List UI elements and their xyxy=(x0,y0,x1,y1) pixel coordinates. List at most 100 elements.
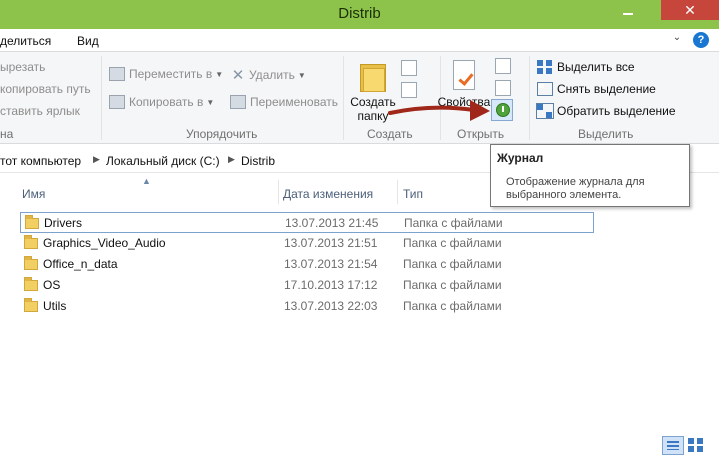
new-folder-label-1: Создать xyxy=(350,95,396,109)
group-divider xyxy=(101,56,102,140)
folder-icon xyxy=(24,235,38,249)
file-date: 13.07.2013 22:03 xyxy=(284,299,378,313)
paste-shortcut-label: ставить ярлык xyxy=(0,104,80,118)
file-row[interactable]: Graphics_Video_Audio 13.07.2013 21:51 Па… xyxy=(20,233,594,254)
ribbon-tabs: делиться Вид ⌄ ? xyxy=(0,29,719,52)
column-header-type[interactable]: Тип xyxy=(403,187,423,201)
rename-icon xyxy=(230,95,246,109)
file-date: 13.07.2013 21:45 xyxy=(285,216,379,230)
file-date: 17.10.2013 17:12 xyxy=(284,278,378,292)
file-row[interactable]: Drivers 13.07.2013 21:45 Папка с файлами xyxy=(20,212,594,233)
file-date: 13.07.2013 21:54 xyxy=(284,257,378,271)
tooltip-title: Журнал xyxy=(497,151,544,165)
tooltip-text: Отображение журнала для выбранного элеме… xyxy=(506,176,645,201)
breadcrumb-distrib[interactable]: Distrib xyxy=(241,154,275,168)
file-date: 13.07.2013 21:51 xyxy=(284,236,378,250)
help-icon[interactable]: ? xyxy=(693,32,709,48)
tab-view[interactable]: Вид xyxy=(77,34,99,48)
chevron-down-icon: ▼ xyxy=(206,97,215,107)
chevron-down-icon: ▼ xyxy=(215,69,224,79)
group-divider xyxy=(343,56,344,140)
move-to-icon xyxy=(109,67,125,81)
file-type: Папка с файлами xyxy=(403,278,502,292)
select-group-label: Выделить xyxy=(578,127,634,141)
column-header-name[interactable]: Имя xyxy=(22,187,45,201)
file-type: Папка с файлами xyxy=(403,299,502,313)
file-name: Graphics_Video_Audio xyxy=(43,236,166,250)
invert-selection-button[interactable]: Обратить выделение xyxy=(536,103,676,119)
new-folder-label-2: папку xyxy=(357,109,389,123)
column-divider[interactable] xyxy=(397,180,398,204)
move-to-label: Переместить в xyxy=(129,67,213,81)
large-icons-view-icon[interactable] xyxy=(688,438,704,453)
properties-icon[interactable] xyxy=(453,60,475,90)
column-header-date[interactable]: Дата изменения xyxy=(283,187,373,201)
group-divider xyxy=(529,56,530,140)
select-none-button[interactable]: Снять выделение xyxy=(537,82,656,96)
file-type: Папка с файлами xyxy=(404,216,503,230)
chevron-right-icon[interactable]: ▶ xyxy=(228,154,235,165)
chevron-right-icon[interactable]: ▶ xyxy=(93,154,100,165)
file-type: Папка с файлами xyxy=(403,236,502,250)
file-row[interactable]: Office_n_data 13.07.2013 21:54 Папка с ф… xyxy=(20,254,594,275)
chevron-down-icon: ▼ xyxy=(297,70,306,80)
file-name: Drivers xyxy=(44,216,82,230)
tab-share[interactable]: делиться xyxy=(0,34,51,48)
delete-icon: ✕ xyxy=(231,67,245,84)
copy-path-label: копировать путь xyxy=(0,82,91,96)
history-button[interactable] xyxy=(491,99,513,121)
sort-ascending-icon: ▲ xyxy=(142,176,151,186)
folder-icon[interactable] xyxy=(360,62,386,92)
breadcrumb-this-pc[interactable]: тот компьютер xyxy=(0,154,81,168)
cut-button[interactable]: ырезать xyxy=(0,60,45,74)
file-type: Папка с файлами xyxy=(403,257,502,271)
rename-label: Переименовать xyxy=(250,95,338,109)
copy-to-button[interactable]: Копировать в ▼ xyxy=(109,95,214,109)
new-folder-button[interactable]: Создать папку xyxy=(349,95,397,123)
file-row[interactable]: Utils 13.07.2013 22:03 Папка с файлами xyxy=(20,296,594,317)
file-name: OS xyxy=(43,278,61,292)
properties-button[interactable]: Свойства xyxy=(437,95,491,109)
file-name: Utils xyxy=(43,299,67,313)
invert-selection-icon xyxy=(536,103,554,119)
organize-group-label: Упорядочить xyxy=(186,127,258,141)
rename-button[interactable]: Переименовать xyxy=(230,95,338,109)
delete-label: Удалить xyxy=(249,68,295,82)
select-none-icon xyxy=(537,82,553,96)
cut-label: ырезать xyxy=(0,60,46,74)
move-to-button[interactable]: Переместить в ▼ xyxy=(109,67,223,81)
select-all-label: Выделить все xyxy=(557,60,635,74)
title-bar: Distrib ✕ xyxy=(0,0,719,29)
select-all-button[interactable]: Выделить все xyxy=(537,60,635,74)
copy-to-label: Копировать в xyxy=(129,95,204,109)
edit-icon[interactable] xyxy=(495,80,511,96)
clipboard-group-label: на xyxy=(0,127,14,141)
select-none-label: Снять выделение xyxy=(557,82,656,96)
open-icon[interactable] xyxy=(495,58,511,74)
folder-icon xyxy=(25,215,39,229)
delete-button[interactable]: ✕ Удалить ▼ xyxy=(230,66,306,84)
breadcrumb-local-disk[interactable]: Локальный диск (C:) xyxy=(106,154,220,168)
invert-selection-label: Обратить выделение xyxy=(557,104,676,118)
minimize-button[interactable] xyxy=(610,0,646,22)
column-divider[interactable] xyxy=(278,180,279,204)
new-item-icon[interactable] xyxy=(401,60,417,76)
new-group-label: Создать xyxy=(367,127,413,141)
chevron-down-icon[interactable]: ⌄ xyxy=(670,32,684,48)
details-view-icon[interactable] xyxy=(662,436,684,455)
file-name: Office_n_data xyxy=(43,257,118,271)
select-all-icon xyxy=(537,60,553,74)
history-tooltip: Журнал Отображение журнала для выбранног… xyxy=(490,144,690,207)
file-row[interactable]: OS 17.10.2013 17:12 Папка с файлами xyxy=(20,275,594,296)
copy-path-button[interactable]: копировать путь xyxy=(0,82,91,96)
easy-access-icon[interactable] xyxy=(401,82,417,98)
open-group-label: Открыть xyxy=(457,127,505,141)
history-icon xyxy=(496,103,510,117)
folder-icon xyxy=(24,298,38,312)
close-button[interactable]: ✕ xyxy=(661,0,719,20)
ribbon: ырезать копировать путь ставить ярлык на… xyxy=(0,52,719,144)
copy-to-icon xyxy=(109,95,125,109)
paste-shortcut-button[interactable]: ставить ярлык xyxy=(0,104,80,118)
folder-icon xyxy=(24,256,38,270)
folder-icon xyxy=(24,277,38,291)
